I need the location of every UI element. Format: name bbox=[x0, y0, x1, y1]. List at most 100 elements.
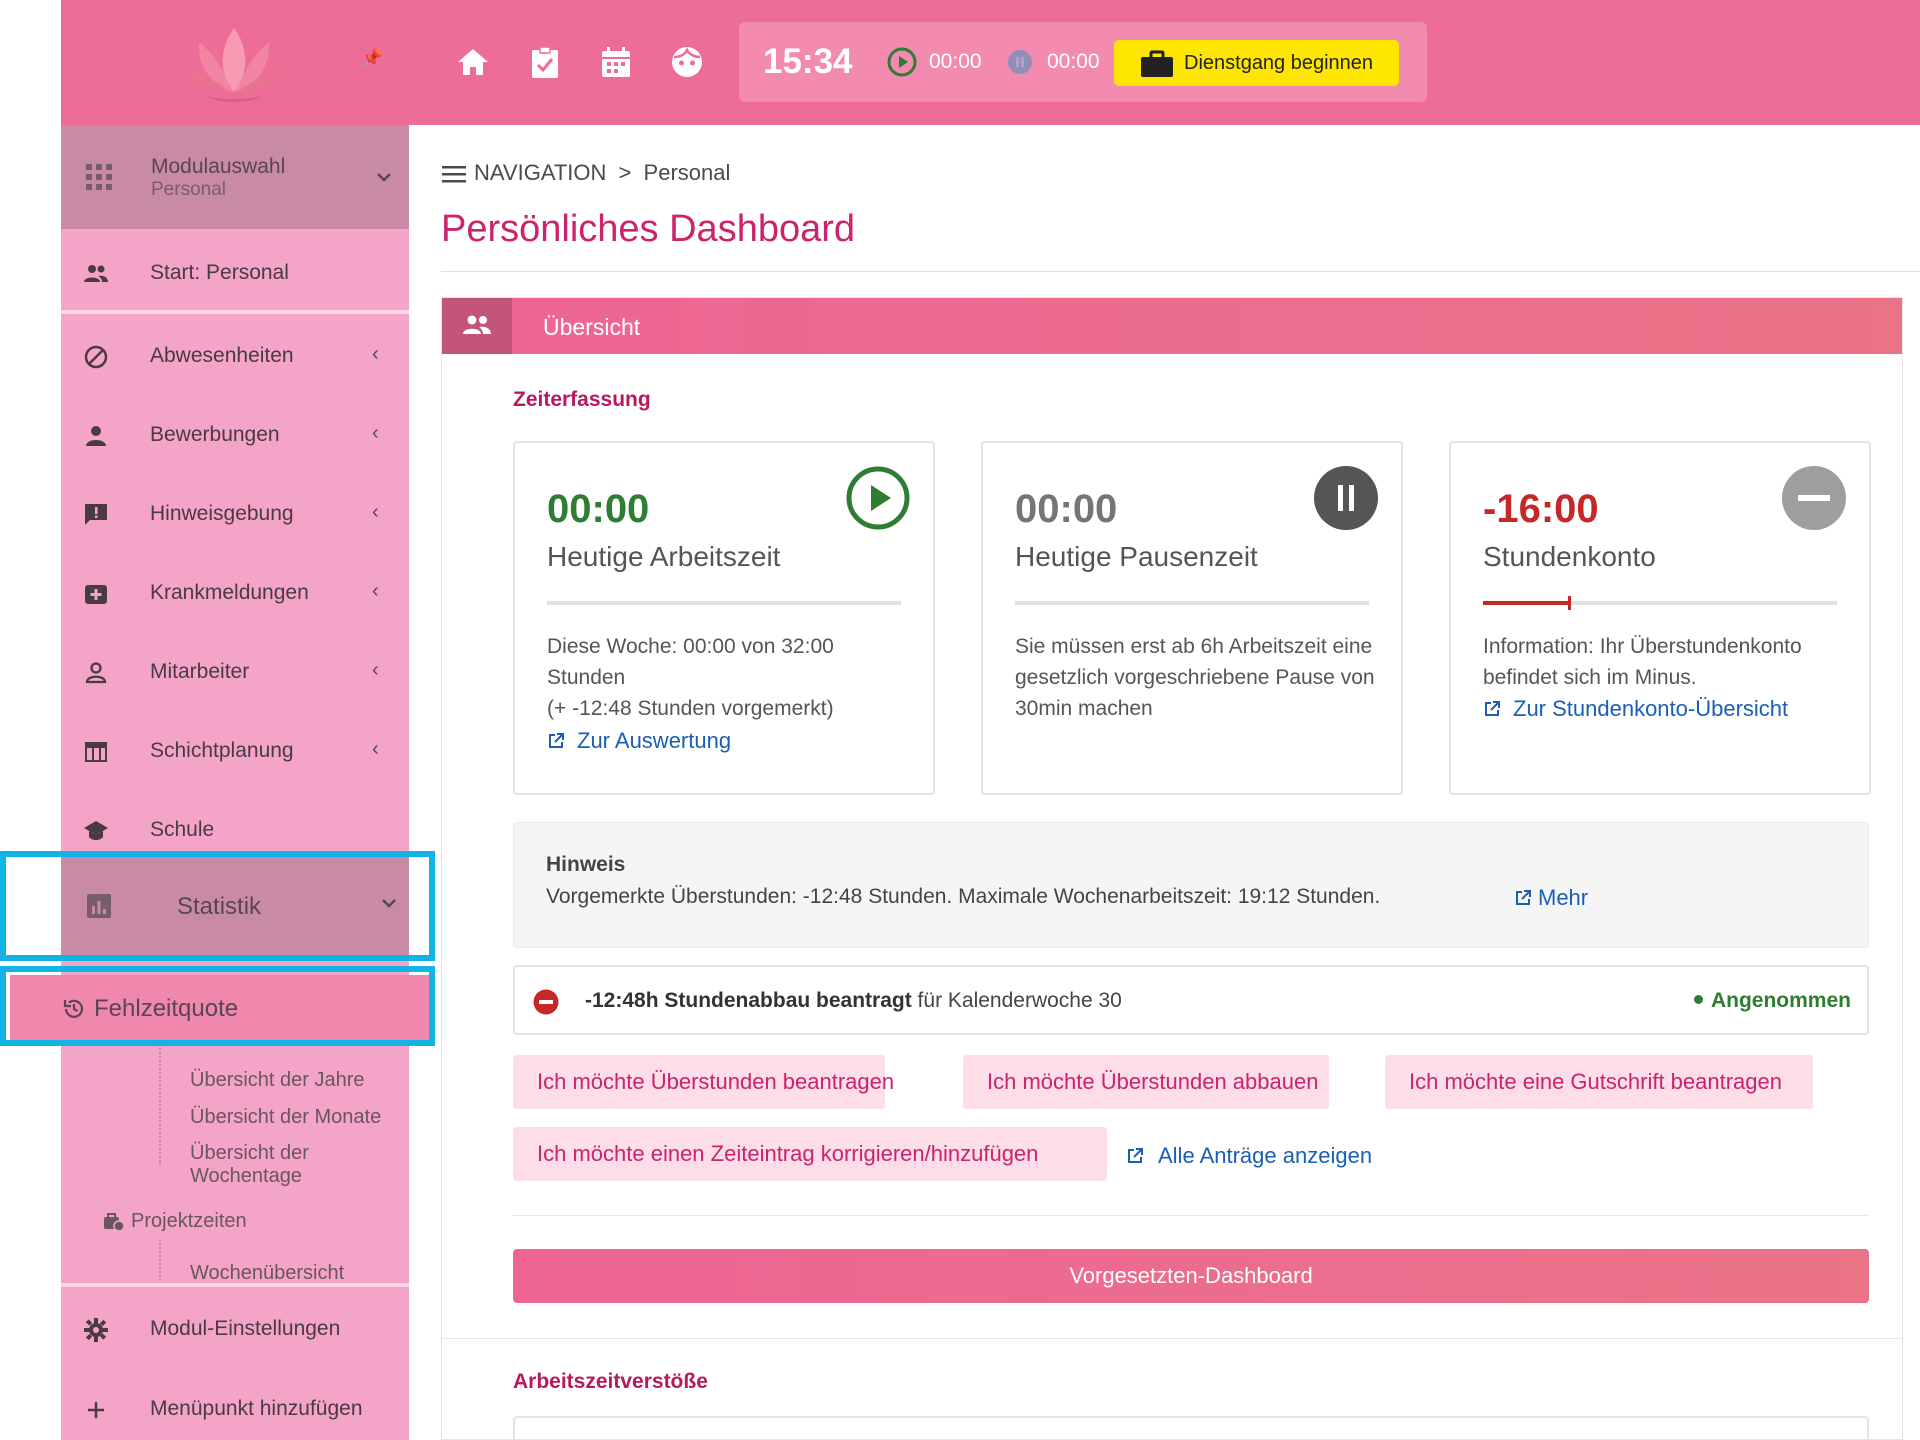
work-time: 00:00 bbox=[929, 50, 982, 73]
sidebar-item-wochenuebersicht[interactable]: Wochenübersicht bbox=[190, 1262, 344, 1285]
home-icon[interactable] bbox=[455, 44, 491, 80]
chevron-left-icon: ‹ bbox=[372, 659, 379, 681]
sidebar-item-label: Menüpunkt hinzufügen bbox=[150, 1397, 363, 1420]
submenu-item-wochentage[interactable]: Übersicht der Wochentage bbox=[190, 1142, 409, 1188]
zeiteintrag-korrigieren-button[interactable]: Ich möchte einen Zeiteintrag korrigieren… bbox=[513, 1127, 1107, 1181]
sidebar-item-start-personal[interactable]: Start: Personal bbox=[61, 242, 409, 304]
chevron-down-icon bbox=[377, 173, 391, 182]
module-select-title: Modulauswahl bbox=[151, 155, 286, 178]
progress-bar bbox=[547, 601, 901, 605]
pause-time-card: 00:00 Heutige Pausenzeit Sie müssen erst… bbox=[981, 441, 1403, 795]
pause-circle-icon[interactable] bbox=[1313, 465, 1379, 531]
external-link-icon bbox=[549, 733, 564, 748]
sidebar-item-label: Bewerbungen bbox=[150, 423, 280, 446]
progress-bar-fill bbox=[1483, 601, 1569, 605]
people-icon bbox=[84, 265, 108, 282]
link-label: Zur Auswertung bbox=[577, 728, 732, 753]
play-circle-icon[interactable] bbox=[845, 465, 911, 531]
vorgesetzten-dashboard-button[interactable]: Vorgesetzten-Dashboard bbox=[513, 1249, 1869, 1303]
hint-text: Vorgemerkte Überstunden: -12:48 Stunden.… bbox=[546, 885, 1381, 908]
sidebar-item-label: Start: Personal bbox=[150, 261, 289, 284]
school-icon bbox=[84, 821, 108, 840]
request-text-rest: für Kalenderwoche 30 bbox=[911, 989, 1122, 1012]
sidebar-item-hinweisgebung[interactable]: Hinweisgebung ‹ bbox=[61, 483, 409, 545]
sidebar-item-modul-einstellungen[interactable]: Modul-Einstellungen bbox=[61, 1298, 409, 1360]
sidebar-divider bbox=[61, 1283, 409, 1287]
hint-title: Hinweis bbox=[546, 853, 626, 876]
request-row: -12:48h Stundenabbau beantragt für Kalen… bbox=[513, 965, 1869, 1035]
hint-box: Hinweis Vorgemerkte Überstunden: -12:48 … bbox=[513, 822, 1869, 948]
submenu-item-jahre[interactable]: Übersicht der Jahre bbox=[190, 1069, 365, 1092]
request-text: -12:48h Stundenabbau beantragt für Kalen… bbox=[585, 989, 1122, 1013]
sidebar-item-abwesenheiten[interactable]: Abwesenheiten ‹ bbox=[61, 325, 409, 387]
pause-time: 00:00 bbox=[1047, 50, 1100, 73]
sidebar-item-label: Hinweisgebung bbox=[150, 502, 294, 525]
sidebar-item-label: Mitarbeiter bbox=[150, 660, 250, 683]
breadcrumb-separator: > bbox=[618, 160, 632, 185]
dienstgang-button[interactable]: Dienstgang beginnen bbox=[1114, 40, 1399, 86]
sidebar: 📌 Modulauswahl Personal Start: Personal … bbox=[61, 0, 409, 1440]
overview-panel: Übersicht Zeiterfassung 00:00 Heutige Ar… bbox=[441, 297, 1903, 1440]
minus-circle-icon[interactable] bbox=[1781, 465, 1847, 531]
face-icon[interactable] bbox=[669, 44, 705, 80]
card-caption: Stundenkonto bbox=[1483, 541, 1656, 572]
chevron-left-icon: ‹ bbox=[372, 580, 379, 602]
page-title: Persönliches Dashboard bbox=[441, 208, 856, 250]
highlight-fehlzeitquote bbox=[0, 966, 435, 1046]
panel-title: Übersicht bbox=[543, 314, 641, 340]
card-value: -16:00 bbox=[1483, 487, 1599, 531]
play-circle-icon[interactable] bbox=[886, 46, 918, 78]
medical-icon bbox=[85, 585, 107, 604]
sidebar-item-projektzeiten[interactable]: Projektzeiten bbox=[103, 1208, 403, 1238]
briefcase-icon bbox=[1141, 50, 1173, 77]
pause-circle-icon[interactable] bbox=[1004, 46, 1036, 78]
pin-icon[interactable]: 📌 bbox=[361, 48, 383, 70]
apps-grid-icon bbox=[86, 164, 112, 190]
link-label: Alle Anträge anzeigen bbox=[1158, 1143, 1373, 1168]
top-bar: 15:34 00:00 00:00 Dienstgang beginnen bbox=[409, 0, 1920, 125]
table-icon bbox=[85, 742, 107, 762]
sidebar-item-menuepunkt-hinzufuegen[interactable]: Menüpunkt hinzufügen bbox=[61, 1378, 409, 1440]
progress-bar bbox=[1015, 601, 1369, 605]
clock: 15:34 bbox=[763, 42, 853, 81]
mehr-link[interactable]: Mehr bbox=[1514, 885, 1588, 911]
chevron-left-icon: ‹ bbox=[372, 422, 379, 444]
submenu-line bbox=[159, 1240, 161, 1280]
stundenkonto-link[interactable]: Zur Stundenkonto-Übersicht bbox=[1483, 696, 1788, 722]
sidebar-item-krankmeldungen[interactable]: Krankmeldungen ‹ bbox=[61, 562, 409, 624]
card-text-line: Diese Woche: 00:00 von 32:00 Stunden bbox=[547, 635, 834, 689]
auswertung-link[interactable]: Zur Auswertung bbox=[547, 728, 731, 754]
card-value: 00:00 bbox=[1015, 487, 1118, 531]
sidebar-item-label: Modul-Einstellungen bbox=[150, 1317, 341, 1340]
alle-antraege-link[interactable]: Alle Anträge anzeigen bbox=[1126, 1143, 1372, 1169]
breadcrumb-nav[interactable]: NAVIGATION bbox=[474, 160, 606, 185]
briefcase-clock-icon bbox=[104, 1213, 125, 1232]
sidebar-item-mitarbeiter[interactable]: Mitarbeiter ‹ bbox=[61, 641, 409, 703]
status-dot bbox=[1693, 995, 1703, 1004]
link-label: Mehr bbox=[1538, 885, 1589, 910]
link-label: Zur Stundenkonto-Übersicht bbox=[1513, 696, 1789, 721]
gear-icon bbox=[84, 1318, 108, 1342]
module-select-subtitle: Personal bbox=[151, 179, 226, 200]
people-icon bbox=[463, 315, 491, 334]
gutschrift-beantragen-button[interactable]: Ich möchte eine Gutschrift beantragen bbox=[1385, 1055, 1813, 1109]
card-text: Diese Woche: 00:00 von 32:00 Stunden (+ … bbox=[547, 631, 907, 724]
submenu-item-monate[interactable]: Übersicht der Monate bbox=[190, 1106, 381, 1129]
person-icon bbox=[86, 426, 106, 446]
chevron-left-icon: ‹ bbox=[372, 343, 379, 365]
sidebar-item-label: Projektzeiten bbox=[131, 1210, 247, 1232]
ueberstunden-beantragen-button[interactable]: Ich möchte Überstunden beantragen bbox=[513, 1055, 894, 1109]
status-label: Angenommen bbox=[1710, 989, 1851, 1012]
menu-icon[interactable] bbox=[442, 165, 466, 183]
module-select[interactable]: Modulauswahl Personal bbox=[61, 125, 409, 229]
dienstgang-button-label: Dienstgang beginnen bbox=[1184, 52, 1374, 74]
sidebar-item-label: Krankmeldungen bbox=[150, 581, 309, 604]
ueberstunden-abbauen-button[interactable]: Ich möchte Überstunden abbauen bbox=[963, 1055, 1329, 1109]
checklist-icon[interactable] bbox=[527, 44, 563, 80]
person-outline-icon bbox=[85, 662, 107, 684]
sidebar-item-bewerbungen[interactable]: Bewerbungen ‹ bbox=[61, 404, 409, 466]
sidebar-logo-area: 📌 bbox=[61, 0, 409, 125]
work-time-card: 00:00 Heutige Arbeitszeit Diese Woche: 0… bbox=[513, 441, 935, 795]
calendar-icon[interactable] bbox=[598, 44, 634, 80]
sidebar-item-schichtplanung[interactable]: Schichtplanung ‹ bbox=[61, 720, 409, 782]
